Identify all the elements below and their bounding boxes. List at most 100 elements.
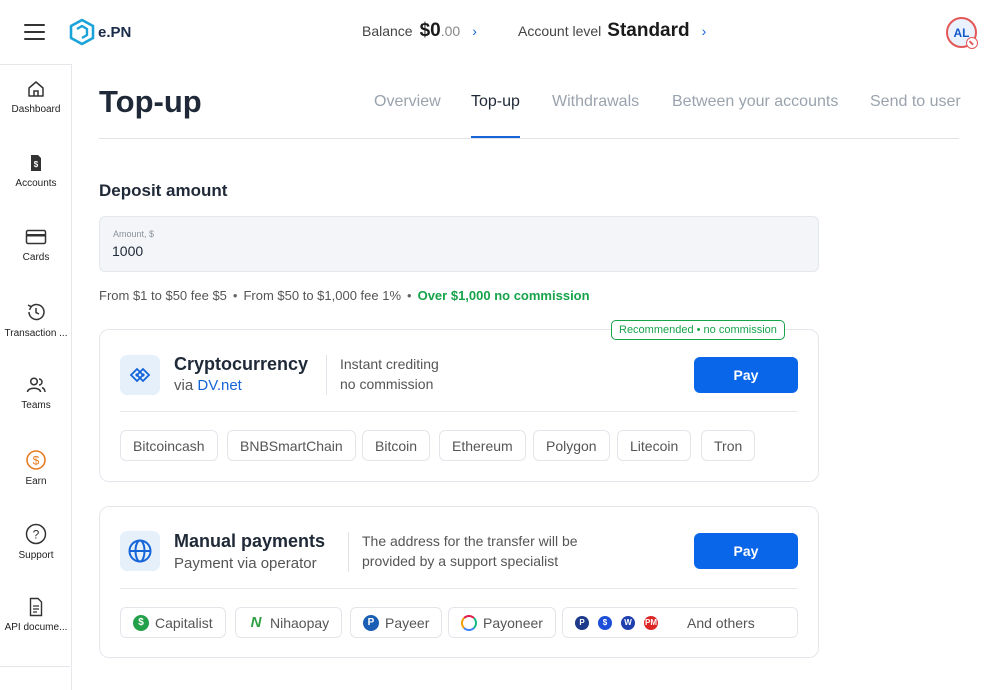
chevron-right-icon: › <box>472 23 477 39</box>
sidebar-item-label: Earn <box>25 476 47 487</box>
earn-dollar-icon: $ <box>26 450 46 470</box>
tab-overview[interactable]: Overview <box>374 93 441 111</box>
avatar-initials: AL <box>953 25 970 40</box>
crypto-card: Cryptocurrency via DV.net Instant credit… <box>99 329 819 482</box>
amount-label: Amount, $ <box>113 229 155 239</box>
dollar-doc-icon: $ <box>31 155 41 171</box>
fee-tier-2: From $50 to $1,000 fee 1% <box>243 288 402 303</box>
sidebar-item-earn[interactable]: $ Earn <box>0 449 72 509</box>
tab-withdrawals[interactable]: Withdrawals <box>552 93 639 111</box>
sidebar-item-api-docs[interactable]: API docume... <box>0 597 72 657</box>
webmoney-icon: W <box>621 615 635 630</box>
tab-top-up[interactable]: Top-up <box>471 93 520 111</box>
logo-text: e.PN <box>98 23 132 41</box>
chip-capitalist[interactable]: $ Capitalist <box>120 607 226 638</box>
divider <box>120 411 798 412</box>
chip-bitcoincash[interactable]: Bitcoincash <box>120 430 218 461</box>
chip-nihaopay[interactable]: N Nihaopay <box>235 607 343 638</box>
sidebar-item-dashboard[interactable]: Dashboard <box>0 79 72 139</box>
divider <box>326 355 327 395</box>
svg-text:?: ? <box>33 528 40 542</box>
sidebar-item-support[interactable]: ? Support <box>0 523 72 583</box>
paypal-icon: P <box>575 615 589 630</box>
home-icon <box>28 81 44 97</box>
account-level-link[interactable]: Account level Standard › <box>518 20 706 42</box>
chip-label: Payoneer <box>483 614 543 631</box>
dvnet-link[interactable]: DV.net <box>197 377 241 394</box>
sidebar: Dashboard $ Accounts Cards Transaction .… <box>0 64 72 690</box>
chip-polygon[interactable]: Polygon <box>533 430 610 461</box>
tab-send-to-user[interactable]: Send to user <box>870 93 961 111</box>
manual-description: The address for the transfer will be pro… <box>362 531 578 571</box>
chip-payeer[interactable]: P Payeer <box>350 607 443 638</box>
divider <box>120 588 798 589</box>
team-icon <box>26 377 46 393</box>
sidebar-item-label: Dashboard <box>11 104 61 115</box>
svg-text:$: $ <box>33 454 40 468</box>
manual-desc-line-1: The address for the transfer will be <box>362 533 578 549</box>
payeer-icon: P <box>363 614 379 631</box>
sidebar-item-label: Cards <box>22 252 50 263</box>
manual-desc-line-2: provided by a support specialist <box>362 553 559 569</box>
sidebar-item-label: Accounts <box>15 178 57 189</box>
chip-litecoin[interactable]: Litecoin <box>617 430 692 461</box>
top-bar: e.PN Balance $0 .00 › Account level Stan… <box>0 0 1002 64</box>
balance-label: Balance <box>362 23 413 39</box>
chip-bnbsmartchain[interactable]: BNBSmartChain <box>227 430 356 461</box>
blocked-badge-icon <box>966 37 978 49</box>
account-level-label: Account level <box>518 23 602 39</box>
balance-cents: .00 <box>440 23 461 39</box>
sidebar-item-label: Teams <box>21 400 51 411</box>
amount-field[interactable]: Amount, $ <box>99 216 819 272</box>
chip-label: And others <box>687 614 755 631</box>
crypto-pay-button[interactable]: Pay <box>694 357 798 393</box>
chip-tron[interactable]: Tron <box>701 430 756 461</box>
perfect-money-icon: PM <box>644 615 658 630</box>
svg-text:$: $ <box>34 160 39 169</box>
sidebar-item-label: API docume... <box>4 622 68 633</box>
chip-bitcoin[interactable]: Bitcoin <box>362 430 431 461</box>
logo[interactable]: e.PN <box>68 18 131 46</box>
nihaopay-icon: N <box>250 614 262 631</box>
fee-tier-1: From $1 to $50 fee $5 <box>99 288 227 303</box>
wallet-icon: $ <box>598 615 612 630</box>
chip-payoneer[interactable]: Payoneer <box>448 607 556 638</box>
sidebar-item-accounts[interactable]: $ Accounts <box>0 153 72 213</box>
balance-link[interactable]: Balance $0 .00 › <box>362 20 477 42</box>
sidebar-item-label: Support <box>18 550 54 561</box>
avatar[interactable]: AL <box>946 17 978 49</box>
crypto-icon <box>120 355 160 395</box>
fee-tier-3: Over $1,000 no commission <box>417 288 590 303</box>
chip-and-others[interactable]: P $ W PM And others <box>562 607 798 638</box>
balance-amount: $0 <box>419 20 441 41</box>
history-icon <box>27 303 45 321</box>
manual-pay-button[interactable]: Pay <box>694 533 798 569</box>
menu-icon[interactable] <box>24 24 45 40</box>
sidebar-item-teams[interactable]: Teams <box>0 375 72 435</box>
tab-bar: Overview Top-up Withdrawals Between your… <box>99 84 961 139</box>
page-title: Top-up <box>99 84 202 119</box>
tab-between-accounts[interactable]: Between your accounts <box>672 93 838 111</box>
document-icon <box>29 597 43 617</box>
recommended-badge: Recommended • no commission <box>611 320 785 340</box>
crypto-provider: via DV.net <box>174 377 242 394</box>
chip-label: Nihaopay <box>270 614 330 631</box>
card-icon <box>25 229 47 245</box>
manual-card: Manual payments Payment via operator The… <box>99 506 819 658</box>
amount-input[interactable] <box>112 243 802 259</box>
sidebar-item-label: Transaction ... <box>4 328 68 339</box>
crypto-description: Instant crediting no commission <box>340 354 439 394</box>
sidebar-item-cards[interactable]: Cards <box>0 227 72 287</box>
chip-label: Payeer <box>385 614 430 631</box>
sidebar-item-transactions[interactable]: Transaction ... <box>0 301 72 361</box>
crypto-desc-line-2: no commission <box>340 376 434 392</box>
chip-label: Capitalist <box>155 614 213 631</box>
deposit-title: Deposit amount <box>99 181 228 200</box>
crypto-title: Cryptocurrency <box>174 354 309 374</box>
fee-info: From $1 to $50 fee $5 • From $50 to $1,000… <box>99 288 590 303</box>
manual-title: Manual payments <box>174 531 326 551</box>
chip-ethereum[interactable]: Ethereum <box>439 430 526 461</box>
globe-icon <box>120 531 160 571</box>
active-tab-indicator <box>471 136 520 138</box>
crypto-desc-line-1: Instant crediting <box>340 356 439 372</box>
